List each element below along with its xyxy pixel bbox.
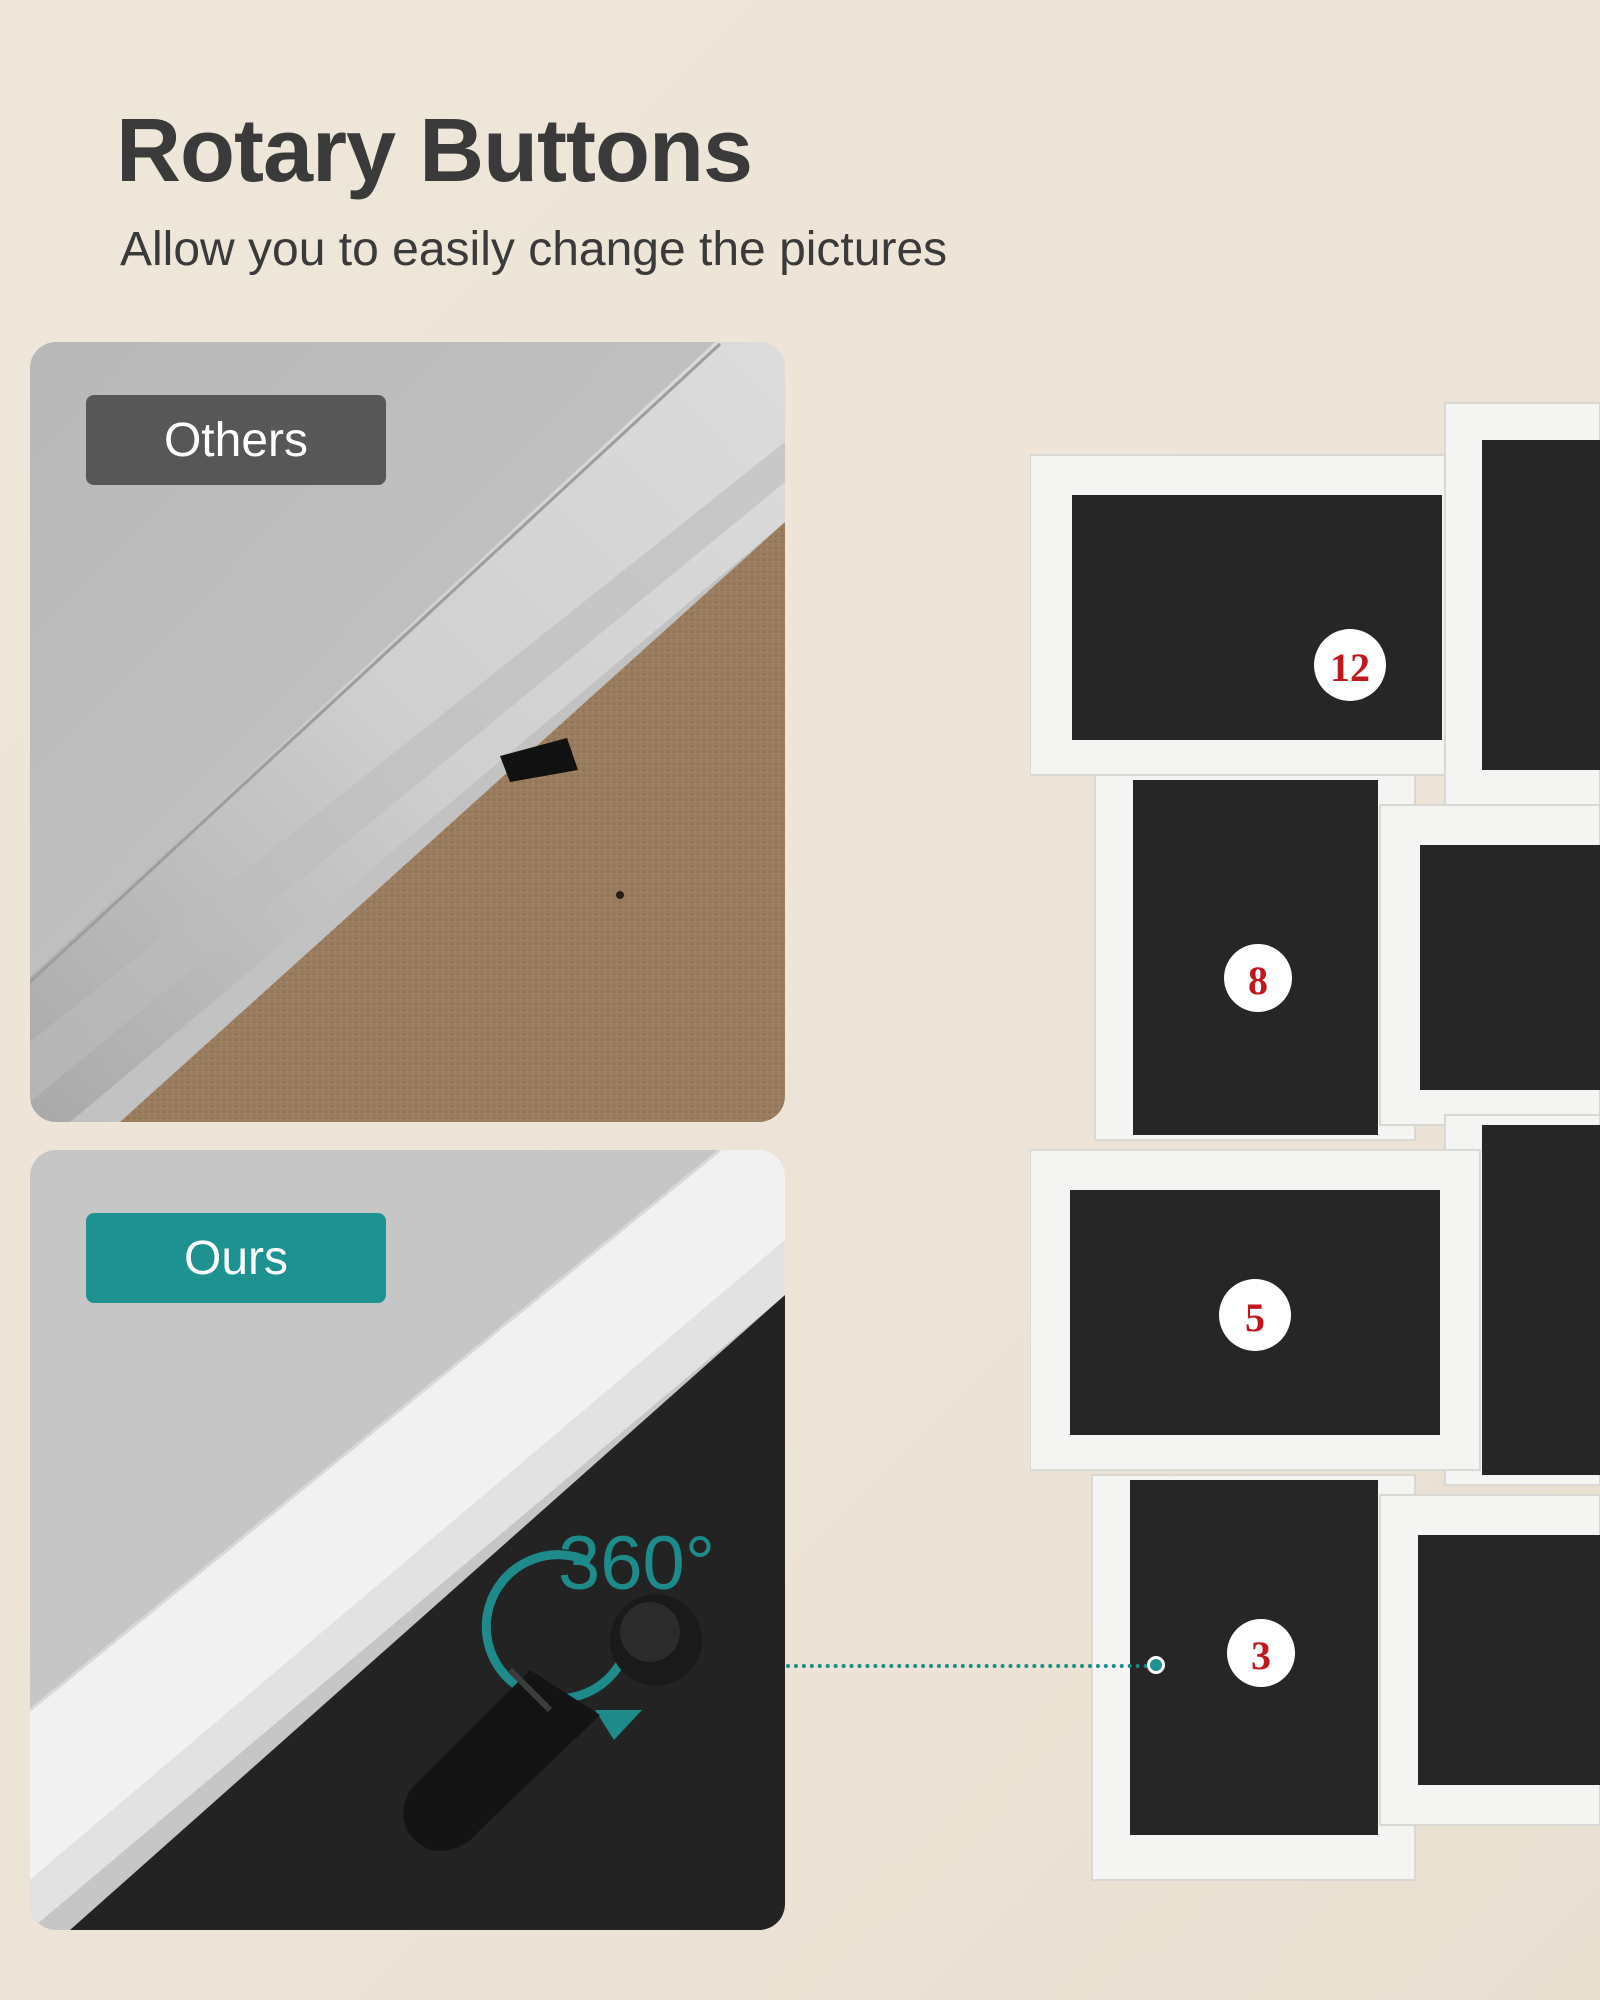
frame-number-8: 8: [1248, 958, 1268, 1003]
frame-right-middle: [1379, 804, 1600, 1126]
frame-number-5: 5: [1245, 1295, 1265, 1340]
rotation-degree-label: 360°: [558, 1521, 716, 1606]
frame-number-12: 12: [1330, 645, 1370, 690]
others-comparison-photo: Others: [30, 342, 785, 1122]
frame-number-3: 3: [1251, 1633, 1271, 1678]
others-label-badge: Others: [86, 395, 386, 485]
frame-12: 12: [1030, 454, 1481, 776]
page-headline: Rotary Buttons: [116, 101, 753, 201]
frame-8: 8: [1094, 774, 1416, 1141]
callout-dot: [1147, 1656, 1165, 1674]
frame-3: 3: [1091, 1474, 1416, 1881]
frame-top-right: [1444, 402, 1600, 809]
ours-label-badge: Ours: [86, 1213, 386, 1303]
page-subheadline: Allow you to easily change the pictures: [120, 223, 948, 276]
frame-5: 5: [1030, 1149, 1481, 1471]
callout-dotted-line: [786, 1664, 1156, 1668]
ours-comparison-photo: Ours 360°: [30, 1150, 785, 1930]
frame-bottom-right: [1379, 1494, 1600, 1826]
collage-frame-illustration: 12 8 5 3: [1030, 402, 1600, 1881]
